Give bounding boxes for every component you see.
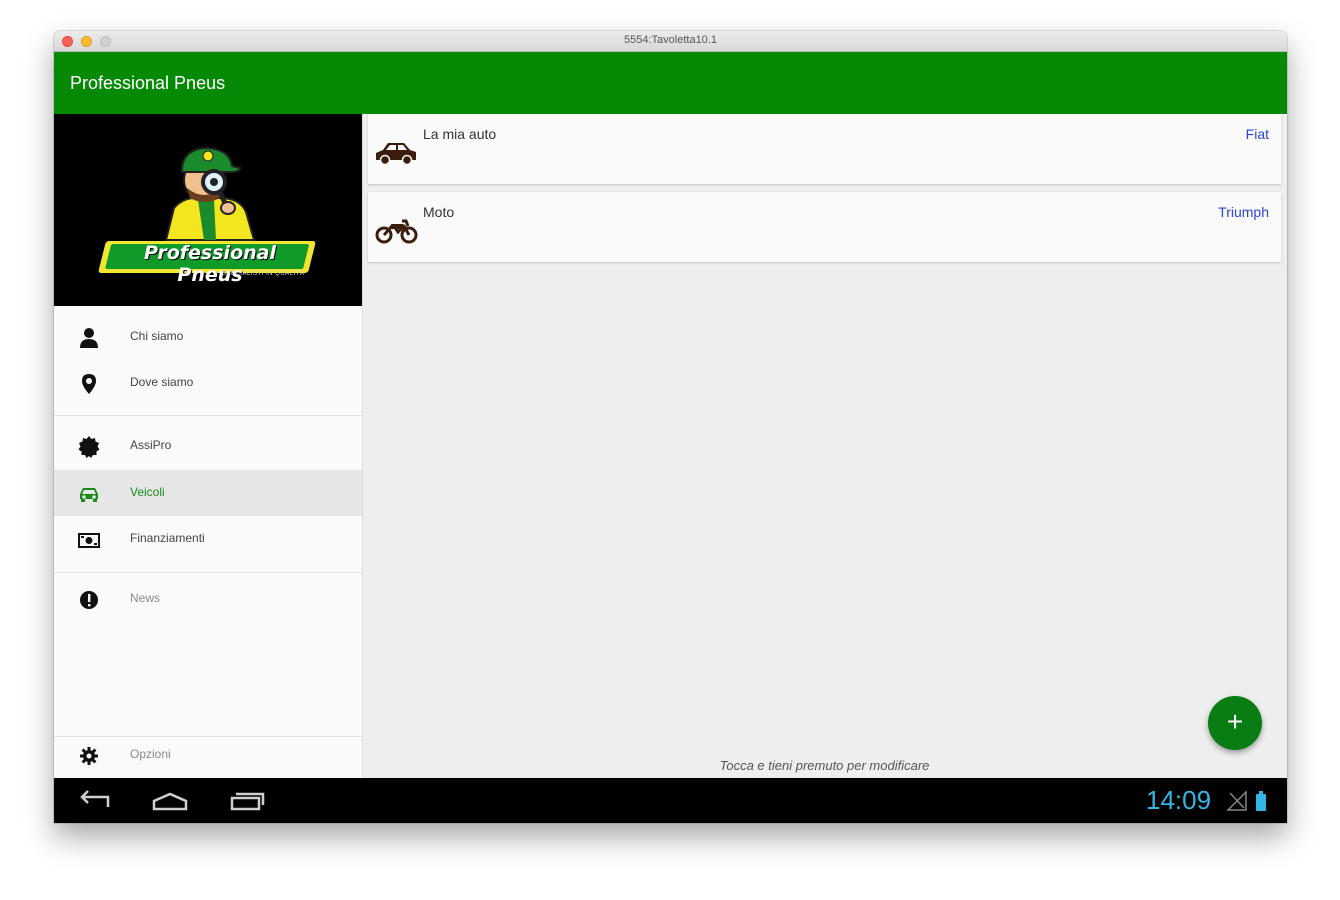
drawer-item-label: Opzioni [130,747,171,761]
location-pin-icon [82,374,96,394]
drawer-divider [54,572,362,573]
vehicle-name: Moto [423,204,455,220]
drawer-item-label: Finanziamenti [130,531,205,545]
gear-icon [80,747,98,765]
drawer-item-chi-siamo[interactable]: Chi siamo [54,314,362,360]
signal-battery-icon [1226,790,1266,811]
back-icon[interactable] [74,789,114,813]
app-title: Professional Pneus [70,73,226,93]
app-bar: Professional Pneus [54,52,1287,114]
emulator-window: 5554:Tavoletta10.1 Professional Pneus Pr… [54,31,1287,823]
drawer-item-finanziamenti[interactable]: Finanziamenti [54,516,362,562]
vehicles-list: La mia auto Fiat Moto Triumph + Tocca e … [362,114,1287,778]
car-icon [80,488,98,502]
drawer-divider [54,415,362,416]
window-title: 5554:Tavoletta10.1 [624,34,717,46]
recent-apps-icon[interactable] [227,789,267,813]
drawer-item-label: AssiPro [130,438,172,452]
mascot-logo [164,146,256,241]
vehicle-name: La mia auto [423,126,497,142]
drawer-item-label: Chi siamo [130,329,184,343]
drawer-item-news[interactable]: News [54,576,362,622]
badge-icon [78,436,100,458]
drawer-item-opzioni[interactable]: Opzioni [54,732,362,778]
navigation-drawer: Professional Pneus SPECIALISTI IN QUALIT… [54,114,363,778]
window-titlebar: 5554:Tavoletta10.1 [54,31,1287,52]
logo-brand-text: Professional Pneus [144,242,276,286]
drawer-item-veicoli[interactable]: Veicoli [54,470,362,516]
person-icon [80,328,98,348]
drawer-item-dove-siamo[interactable]: Dove siamo [54,360,362,406]
logo-tagline: SPECIALISTI IN QUALITÀ [222,271,305,277]
car-icon [376,143,416,166]
edit-hint: Tocca e tieni premuto per modificare [719,758,930,773]
alert-icon [80,591,98,609]
drawer-item-label: Veicoli [130,485,165,499]
drawer-item-label: News [130,591,161,605]
drawer-item-label: Dove siamo [130,375,194,389]
status-clock: 14:09 [1146,785,1212,815]
vehicle-card[interactable]: La mia auto Fiat [368,114,1281,184]
drawer-header: Professional Pneus SPECIALISTI IN QUALIT… [54,114,362,306]
drawer-item-assipro[interactable]: AssiPro [54,423,362,469]
vehicle-brand: Triumph [1218,204,1269,220]
add-vehicle-button[interactable]: + [1208,696,1262,750]
motorcycle-icon [375,219,418,244]
system-navigation-bar: 14:09 [54,778,1287,823]
vehicle-brand: Fiat [1245,126,1269,142]
money-icon [78,533,100,548]
vehicle-card[interactable]: Moto Triumph [368,192,1281,262]
home-icon[interactable] [150,789,190,813]
